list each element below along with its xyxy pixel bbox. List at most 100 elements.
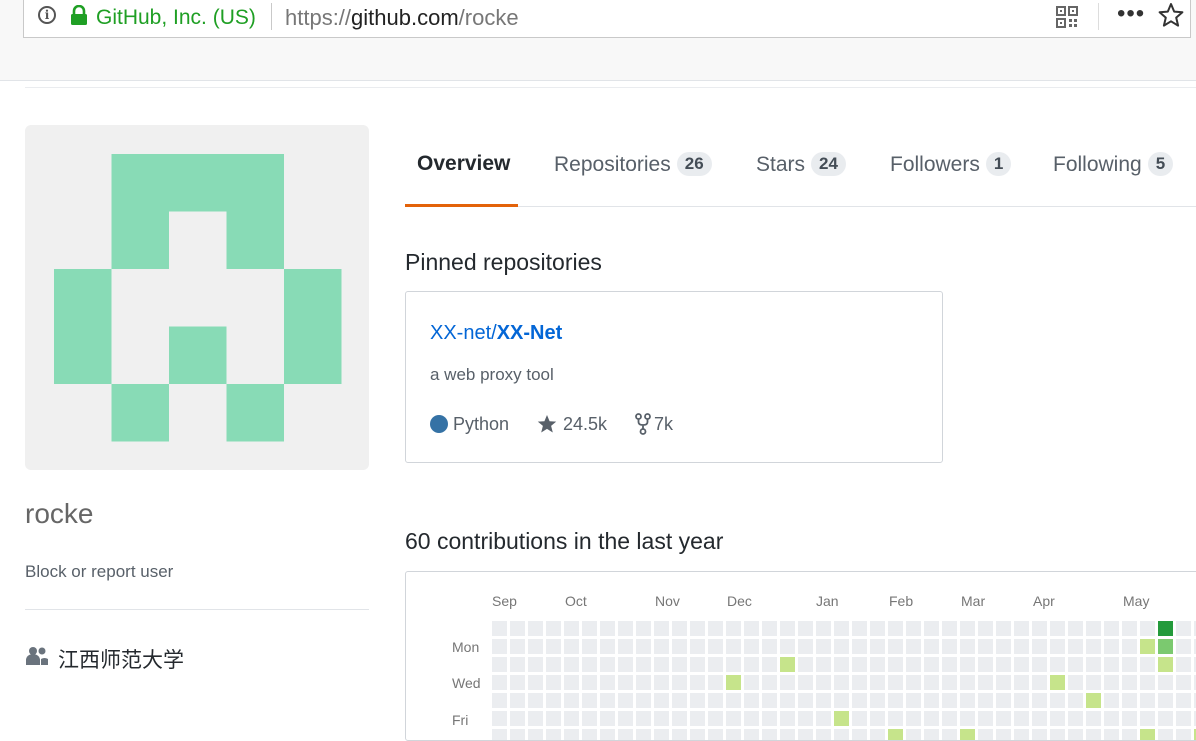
- contribution-day[interactable]: [600, 729, 615, 740]
- contribution-day[interactable]: [996, 693, 1011, 708]
- contribution-day[interactable]: [1176, 639, 1191, 654]
- contribution-day[interactable]: [546, 729, 561, 740]
- contribution-day[interactable]: [924, 621, 939, 636]
- contribution-day[interactable]: [762, 657, 777, 672]
- contribution-day[interactable]: [852, 693, 867, 708]
- contribution-day[interactable]: [906, 657, 921, 672]
- contribution-day[interactable]: [690, 711, 705, 726]
- contribution-day[interactable]: [1032, 729, 1047, 740]
- contribution-day[interactable]: [528, 657, 543, 672]
- contribution-day[interactable]: [816, 657, 831, 672]
- contribution-day[interactable]: [708, 711, 723, 726]
- contribution-day[interactable]: [618, 621, 633, 636]
- contribution-day[interactable]: [1086, 621, 1101, 636]
- contribution-day[interactable]: [1068, 657, 1083, 672]
- contribution-day[interactable]: [636, 711, 651, 726]
- contribution-day[interactable]: [870, 711, 885, 726]
- contribution-day[interactable]: [996, 675, 1011, 690]
- contribution-day[interactable]: [582, 693, 597, 708]
- contribution-day[interactable]: [1104, 693, 1119, 708]
- contribution-day[interactable]: [654, 675, 669, 690]
- contribution-day[interactable]: [600, 621, 615, 636]
- contribution-day[interactable]: [960, 675, 975, 690]
- contribution-day[interactable]: [1140, 621, 1155, 636]
- contribution-day[interactable]: [852, 621, 867, 636]
- contribution-day[interactable]: [924, 711, 939, 726]
- contribution-day[interactable]: [906, 711, 921, 726]
- contribution-day[interactable]: [1122, 639, 1137, 654]
- contribution-day[interactable]: [1140, 729, 1155, 740]
- contribution-day[interactable]: [888, 729, 903, 740]
- contribution-day[interactable]: [672, 711, 687, 726]
- contribution-day[interactable]: [654, 639, 669, 654]
- contribution-day[interactable]: [744, 657, 759, 672]
- contribution-day[interactable]: [726, 639, 741, 654]
- contribution-day[interactable]: [978, 675, 993, 690]
- contribution-day[interactable]: [1050, 657, 1065, 672]
- contribution-day[interactable]: [1122, 675, 1137, 690]
- contribution-day[interactable]: [888, 675, 903, 690]
- contribution-day[interactable]: [492, 639, 507, 654]
- contribution-day[interactable]: [1158, 693, 1173, 708]
- contribution-day[interactable]: [870, 639, 885, 654]
- contribution-day[interactable]: [600, 693, 615, 708]
- avatar[interactable]: [25, 125, 369, 470]
- contribution-day[interactable]: [672, 657, 687, 672]
- contribution-day[interactable]: [870, 693, 885, 708]
- contribution-day[interactable]: [690, 729, 705, 740]
- contribution-day[interactable]: [510, 621, 525, 636]
- contribution-day[interactable]: [636, 657, 651, 672]
- contribution-day[interactable]: [492, 711, 507, 726]
- contribution-day[interactable]: [600, 639, 615, 654]
- contribution-day[interactable]: [528, 729, 543, 740]
- contribution-day[interactable]: [780, 639, 795, 654]
- contribution-day[interactable]: [654, 693, 669, 708]
- contribution-day[interactable]: [1014, 621, 1029, 636]
- contribution-day[interactable]: [1104, 729, 1119, 740]
- contribution-day[interactable]: [600, 657, 615, 672]
- contribution-day[interactable]: [1050, 693, 1065, 708]
- contribution-day[interactable]: [1176, 711, 1191, 726]
- contribution-day[interactable]: [672, 693, 687, 708]
- repo-link[interactable]: XX-net/XX-Net: [430, 322, 562, 345]
- contribution-day[interactable]: [564, 693, 579, 708]
- contribution-day[interactable]: [672, 729, 687, 740]
- contribution-day[interactable]: [1068, 729, 1083, 740]
- contribution-day[interactable]: [528, 711, 543, 726]
- tab-overview[interactable]: Overview: [417, 152, 510, 176]
- contribution-day[interactable]: [816, 729, 831, 740]
- contribution-day[interactable]: [978, 639, 993, 654]
- contribution-day[interactable]: [510, 693, 525, 708]
- contribution-day[interactable]: [924, 675, 939, 690]
- contribution-day[interactable]: [1104, 675, 1119, 690]
- contribution-day[interactable]: [960, 711, 975, 726]
- contribution-day[interactable]: [834, 657, 849, 672]
- bookmark-star-icon[interactable]: [1158, 2, 1184, 28]
- contribution-day[interactable]: [510, 675, 525, 690]
- contribution-day[interactable]: [762, 621, 777, 636]
- contribution-day[interactable]: [636, 675, 651, 690]
- contribution-day[interactable]: [618, 711, 633, 726]
- contribution-day[interactable]: [762, 693, 777, 708]
- contribution-day[interactable]: [924, 729, 939, 740]
- contribution-day[interactable]: [546, 711, 561, 726]
- contribution-day[interactable]: [780, 693, 795, 708]
- contribution-day[interactable]: [1032, 639, 1047, 654]
- contribution-day[interactable]: [564, 711, 579, 726]
- contribution-day[interactable]: [600, 675, 615, 690]
- contribution-day[interactable]: [672, 621, 687, 636]
- contribution-day[interactable]: [834, 675, 849, 690]
- contribution-day[interactable]: [510, 711, 525, 726]
- contribution-day[interactable]: [870, 729, 885, 740]
- contribution-day[interactable]: [906, 621, 921, 636]
- contribution-day[interactable]: [942, 729, 957, 740]
- contribution-day[interactable]: [780, 657, 795, 672]
- contribution-day[interactable]: [690, 657, 705, 672]
- contribution-day[interactable]: [744, 693, 759, 708]
- contribution-day[interactable]: [834, 729, 849, 740]
- contribution-day[interactable]: [852, 657, 867, 672]
- contribution-day[interactable]: [600, 711, 615, 726]
- contribution-day[interactable]: [1122, 693, 1137, 708]
- contribution-day[interactable]: [510, 639, 525, 654]
- contribution-day[interactable]: [834, 693, 849, 708]
